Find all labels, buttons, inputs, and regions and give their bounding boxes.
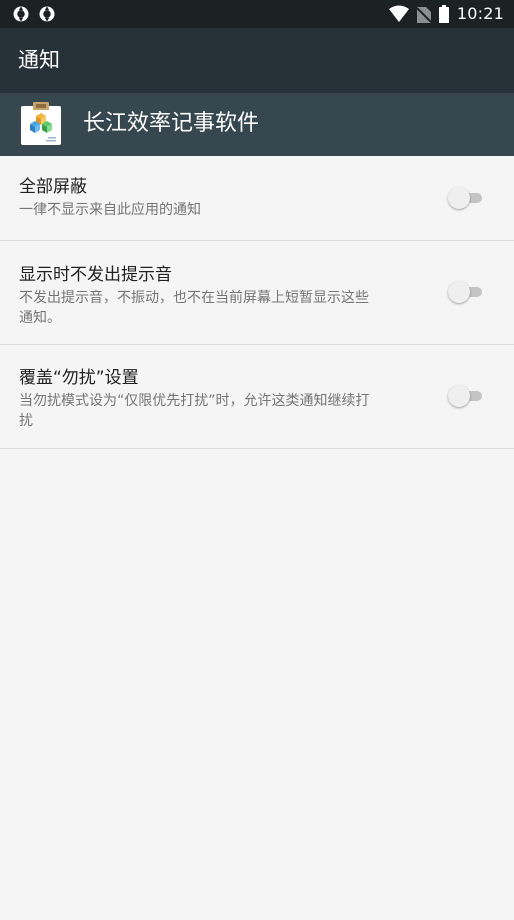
setting-text: 显示时不发出提示音 不发出提示音，不振动，也不在当前屏幕上短暂显示这些 通知。 [19, 263, 429, 328]
setting-text: 覆盖“勿扰”设置 当勿扰模式设为“仅限优先打扰”时，允许这类通知继续打 扰 [19, 366, 429, 431]
silent-toggle[interactable] [448, 281, 482, 303]
toggle-thumb [448, 187, 470, 209]
setting-description-line: 当勿扰模式设为“仅限优先打扰”时，允许这类通知继续打 [19, 393, 370, 409]
status-bar: 10:21 [0, 0, 514, 28]
app-name: 长江效率记事软件 [83, 111, 260, 136]
sync-icon [13, 6, 29, 22]
toggle-thumb [448, 385, 470, 407]
status-time: 10:21 [456, 4, 504, 23]
setting-description-line: 不发出提示音，不振动，也不在当前屏幕上短暂显示这些 [19, 290, 369, 306]
block-all-toggle[interactable] [448, 187, 482, 209]
battery-icon [438, 5, 449, 23]
setting-override-dnd[interactable]: 覆盖“勿扰”设置 当勿扰模式设为“仅限优先打扰”时，允许这类通知继续打 扰 [0, 345, 514, 449]
setting-label: 全部屏蔽 [19, 177, 87, 197]
no-sim-icon [416, 7, 431, 23]
setting-silent[interactable]: 显示时不发出提示音 不发出提示音，不振动，也不在当前屏幕上短暂显示这些 通知。 [0, 241, 514, 345]
page-title: 通知 [18, 48, 60, 72]
toggle-thumb [448, 281, 470, 303]
setting-description: 当勿扰模式设为“仅限优先打扰”时，允许这类通知继续打 扰 [19, 391, 429, 431]
setting-description-line: 通知。 [19, 310, 61, 326]
setting-text: 全部屏蔽 一律不显示来自此应用的通知 [19, 175, 429, 220]
status-right-icons: 10:21 [388, 4, 504, 24]
setting-label: 显示时不发出提示音 [19, 265, 172, 285]
sync-icon [39, 6, 55, 22]
setting-description-line: 扰 [19, 413, 33, 429]
wifi-icon [388, 5, 409, 22]
setting-label: 覆盖“勿扰”设置 [19, 368, 139, 388]
setting-description: 一律不显示来自此应用的通知 [19, 202, 201, 218]
status-left-icons [12, 5, 56, 23]
clipboard-app-icon [21, 102, 61, 145]
settings-list: 全部屏蔽 一律不显示来自此应用的通知 显示时不发出提示音 不发出提示音，不振动，… [0, 156, 514, 449]
override-dnd-toggle[interactable] [448, 385, 482, 407]
setting-description: 不发出提示音，不振动，也不在当前屏幕上短暂显示这些 通知。 [19, 288, 429, 328]
app-header: 长江效率记事软件 [0, 93, 514, 156]
setting-block-all[interactable]: 全部屏蔽 一律不显示来自此应用的通知 [0, 156, 514, 241]
app-bar: 通知 [0, 28, 514, 93]
